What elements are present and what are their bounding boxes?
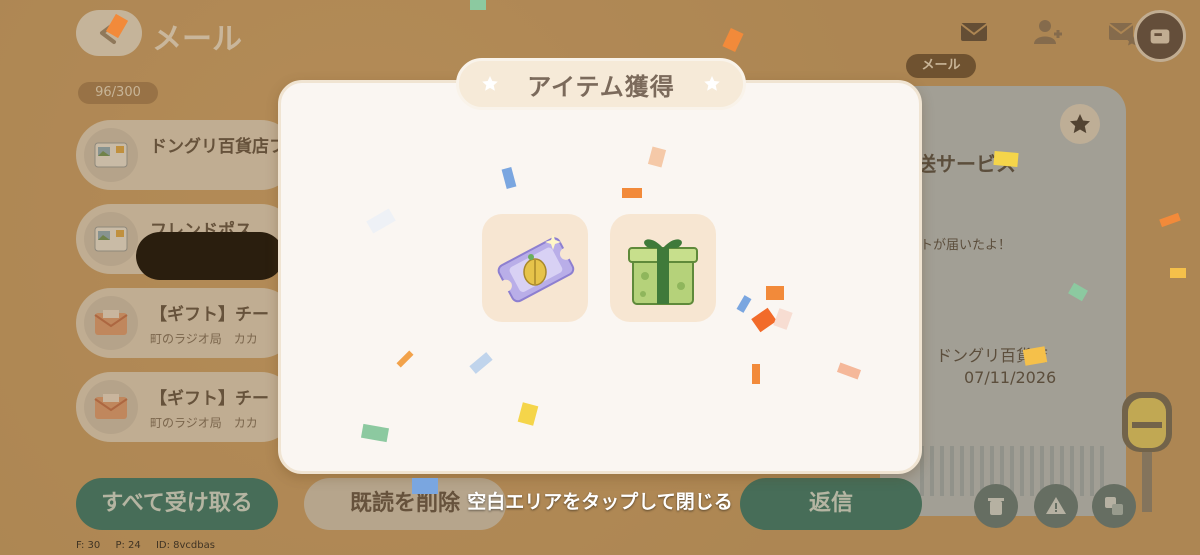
dialog-title: アイテム獲得 (527, 72, 675, 101)
tap-to-close-hint: 空白エリアをタップして閉じる (467, 491, 733, 513)
item-acquired-dialog (278, 80, 922, 474)
reward-item-slot[interactable] (482, 214, 588, 322)
gift-box-icon (628, 239, 698, 305)
star-icon (704, 76, 720, 91)
reward-item-slot[interactable] (610, 214, 716, 322)
dialog-header: アイテム獲得 (456, 58, 746, 110)
ticket-icon (497, 234, 575, 303)
star-icon (482, 76, 498, 91)
